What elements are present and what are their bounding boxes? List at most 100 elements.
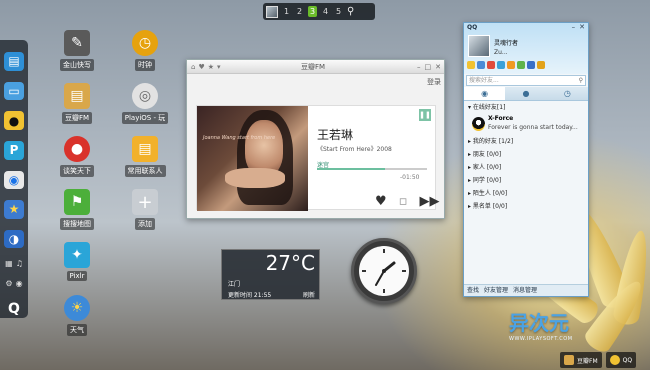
desktop-icon-chat[interactable]: ● 谈笑天下 — [49, 136, 105, 177]
tab-groups[interactable]: ● — [505, 87, 546, 100]
douban-fm-window: ⌂ ♥ ★ ▾ 豆瓣FM – □ ✕ 登录 Joanna Wang start … — [186, 59, 445, 219]
friend-search-input[interactable]: 搜索好友... ⚲ — [466, 75, 586, 86]
workspace-switcher: 1 2 3 4 5 ⚲ — [263, 3, 375, 20]
group-label: 我的好友 [1/2] — [472, 138, 514, 145]
qq-tabs: ◉ ● ◷ — [464, 87, 588, 101]
qzone-icon[interactable]: P — [4, 140, 24, 160]
drive-icon[interactable]: ▭ — [4, 81, 24, 101]
user-avatar[interactable] — [266, 5, 278, 18]
desktop-icon-label: 金山快写 — [60, 59, 94, 71]
group-friends[interactable]: ▸ 朋友 [0/0] — [464, 148, 588, 161]
progress-bar[interactable] — [317, 168, 427, 170]
workspace-3[interactable]: 3 — [308, 6, 317, 17]
menu-icon[interactable]: ▾ — [217, 63, 221, 71]
desktop-icon-add[interactable]: + 添加 — [117, 189, 173, 230]
workspace-4[interactable]: 4 — [321, 6, 330, 17]
grid-icon[interactable]: ▦ — [5, 259, 13, 268]
fm-actions: ♥ ▫ ▶▶ — [375, 194, 439, 209]
workspace-5[interactable]: 5 — [334, 6, 343, 17]
qzone-icon[interactable] — [467, 61, 475, 69]
game-icon[interactable] — [527, 61, 535, 69]
mail-icon[interactable] — [477, 61, 485, 69]
workspace-2[interactable]: 2 — [295, 6, 304, 17]
trash-icon[interactable]: ▫ — [399, 194, 408, 209]
friend-item[interactable]: X-Force Forever is gonna start today... — [464, 114, 588, 135]
next-track-icon[interactable]: ▶▶ — [419, 194, 439, 209]
theme-icon[interactable]: ◉ — [16, 279, 23, 288]
desktop-icon-label: 常用联系人 — [124, 165, 166, 177]
settings-icon[interactable]: ⚙ — [5, 279, 12, 288]
qq-penguin-icon[interactable]: ● — [4, 111, 24, 130]
clock-face-icon — [359, 246, 409, 296]
wallet-icon[interactable] — [507, 61, 515, 69]
group-strangers[interactable]: ▸ 陌生人 [0/0] — [464, 187, 588, 200]
group-classmates[interactable]: ▸ 同学 [0/0] — [464, 174, 588, 187]
search-icon[interactable]: ⚲ — [347, 6, 358, 17]
close-icon[interactable]: ✕ — [435, 63, 441, 71]
heart-icon[interactable]: ♥ — [198, 63, 204, 71]
cover-hand — [225, 168, 285, 188]
close-icon[interactable]: ✕ — [579, 23, 585, 31]
home-icon[interactable]: ⌂ — [191, 63, 195, 71]
fm-titlebar[interactable]: ⌂ ♥ ★ ▾ 豆瓣FM – □ ✕ — [187, 60, 444, 74]
like-heart-icon[interactable]: ♥ — [375, 194, 387, 209]
search-placeholder: 搜索好友... — [469, 77, 499, 84]
desktop-icon-label: 豆瓣FM — [61, 112, 93, 124]
search-icon[interactable]: ⚲ — [579, 76, 583, 85]
task-qq[interactable]: QQ — [605, 352, 637, 368]
login-link[interactable]: 登录 — [427, 77, 441, 87]
group-online-friends[interactable]: ▾ 在线好友[1] — [464, 101, 588, 114]
time-remaining: -01:50 — [400, 174, 420, 181]
add-icon: + — [132, 189, 158, 215]
volume-icon[interactable]: ♫ — [16, 259, 23, 268]
desktop-icon-contacts[interactable]: ▤ 常用联系人 — [117, 136, 173, 177]
desktop-icon-weather[interactable]: ☀ 天气 — [49, 295, 105, 336]
refresh-button[interactable]: 刷新 — [303, 290, 315, 299]
chrome-icon[interactable]: ◉ — [4, 170, 24, 190]
message-manager-button[interactable]: 消息管理 — [513, 285, 537, 296]
music-icon[interactable] — [517, 61, 525, 69]
star-icon[interactable]: ★ — [208, 63, 214, 71]
desktop-icon-label: Pixlr — [66, 271, 88, 281]
shop-icon[interactable] — [537, 61, 545, 69]
fm-title: 豆瓣FM — [301, 62, 326, 71]
workspace-1[interactable]: 1 — [282, 6, 291, 17]
tab-contacts[interactable]: ◉ — [464, 87, 506, 100]
desktop-icon-writer[interactable]: ✎ 金山快写 — [49, 30, 105, 71]
minimize-icon[interactable]: – — [572, 23, 576, 31]
map-flag-icon: ⚑ — [64, 189, 90, 215]
task-douban-fm[interactable]: 豆瓣FM — [560, 352, 602, 368]
bag-icon[interactable]: ▤ — [4, 52, 24, 71]
task-label: QQ — [622, 356, 633, 364]
desktop-icon-playios[interactable]: ◎ PlayiOS - 玩 — [117, 83, 173, 124]
friend-manager-button[interactable]: 好友管理 — [484, 285, 508, 296]
city-name: 江门 — [228, 281, 241, 288]
star-icon[interactable]: ★ — [4, 200, 24, 219]
qq-logo-icon[interactable]: Q — [4, 299, 24, 318]
desktop-icon-clock[interactable]: ◷ 时钟 — [117, 30, 173, 71]
minimize-icon[interactable]: – — [417, 63, 421, 71]
pengyou-icon[interactable] — [497, 61, 505, 69]
desktop-icon-pixlr[interactable]: ✦ Pixlr — [49, 242, 105, 281]
maximize-icon[interactable]: □ — [425, 63, 432, 71]
avatar[interactable] — [468, 35, 490, 57]
desktop-icon-douban-fm[interactable]: ▤ 豆瓣FM — [49, 83, 105, 124]
group-blacklist[interactable]: ▸ 黑名单 [0/0] — [464, 200, 588, 213]
radio-icon: ▤ — [64, 83, 90, 109]
qq-penguin-icon — [472, 117, 485, 131]
group-label: 家人 [0/0] — [472, 164, 502, 171]
clock-icon: ◷ — [132, 30, 158, 56]
tab-recent[interactable]: ◷ — [547, 87, 588, 100]
group-my-friends[interactable]: ▸ 我的好友 [1/2] — [464, 135, 588, 148]
weibo-icon[interactable] — [487, 61, 495, 69]
group-label: 陌生人 [0/0] — [472, 190, 508, 197]
globe-icon[interactable]: ◑ — [4, 229, 24, 249]
pause-button[interactable]: ❚❚ — [419, 109, 431, 121]
album-name: 《Start From Here》2008 — [317, 146, 392, 153]
temperature: 27°C — [265, 251, 315, 275]
group-family[interactable]: ▸ 家人 [0/0] — [464, 161, 588, 174]
signature[interactable]: Zu... — [494, 49, 508, 56]
find-button[interactable]: 查找 — [467, 285, 479, 296]
desktop-icon-map[interactable]: ⚑ 搜搜地图 — [49, 189, 105, 230]
friend-name: X-Force — [488, 115, 514, 122]
